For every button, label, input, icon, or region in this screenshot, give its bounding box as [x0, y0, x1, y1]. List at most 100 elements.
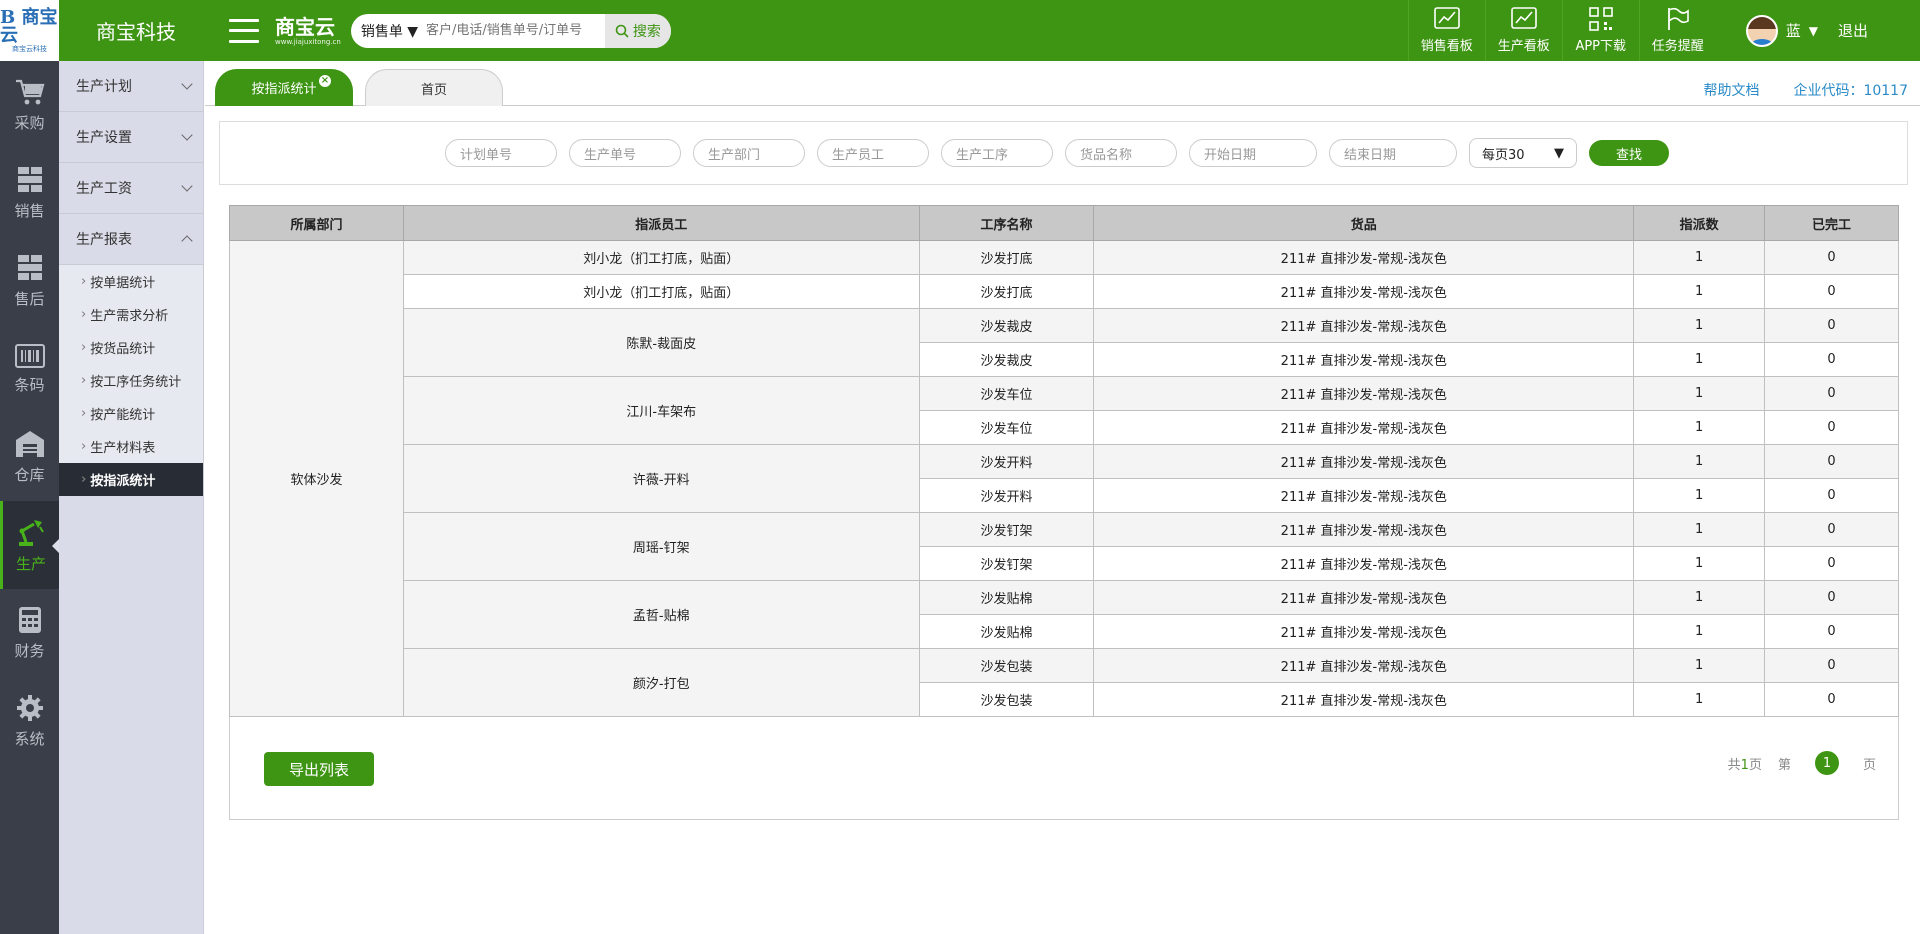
tab-label: 首页 — [420, 82, 447, 98]
sub-item-by-capacity[interactable]: 按产能统计 — [59, 397, 203, 430]
sub-item-materials[interactable]: 生产材料表 — [59, 430, 203, 463]
col-goods: 货品 — [1093, 205, 1635, 241]
sub-head-reports[interactable]: 生产报表 — [59, 214, 203, 265]
module-nav: 采购 销售 售后 条码 仓库 生产 财务 系统 — [0, 61, 59, 934]
sub-head-settings[interactable]: 生产设置 — [59, 112, 203, 163]
goods-cell: 211# 直排沙发-常规-浅灰色 — [1093, 444, 1635, 479]
process-cell: 沙发裁皮 — [918, 342, 1095, 377]
process-cell: 沙发贴棉 — [918, 614, 1095, 649]
done-cell: 0 — [1764, 376, 1899, 411]
table-row: 刘小龙（扪工打底，贴面） 沙发打底 211# 直排沙发-常规-浅灰色 1 0 — [230, 274, 1899, 309]
sub-head-wages[interactable]: 生产工资 — [59, 163, 203, 214]
total-count: 1 — [1740, 757, 1749, 773]
search-input[interactable] — [426, 23, 605, 38]
logo-text: B 商宝云 — [0, 6, 58, 46]
nav-warehouse[interactable]: 仓库 — [0, 413, 59, 501]
page-number-button[interactable]: 1 — [1814, 751, 1839, 775]
process-cell: 沙发包装 — [918, 648, 1095, 683]
sub-head-plan[interactable]: 生产计划 — [59, 61, 203, 112]
search-type-label: 销售单 — [360, 23, 403, 40]
goods-cell: 211# 直排沙发-常规-浅灰色 — [1093, 614, 1635, 649]
gear-icon — [16, 694, 43, 721]
nav-system-label: 系统 — [14, 729, 45, 748]
sub-item-by-document[interactable]: 按单据统计 — [59, 265, 203, 298]
find-button[interactable]: 查找 — [1589, 140, 1669, 166]
col-done: 已完工 — [1764, 205, 1899, 241]
assignment-table: 所属部门 指派员工 工序名称 货品 指派数 已完工 软体沙发 刘小龙（扪工打底，贴… — [229, 205, 1899, 717]
assigned-cell: 1 — [1633, 376, 1766, 411]
nav-aftersales[interactable]: 售后 — [0, 237, 59, 325]
goods-cell: 211# 直排沙发-常规-浅灰色 — [1093, 274, 1635, 309]
user-menu[interactable]: 蓝 ▼ 退出 — [1716, 0, 1920, 61]
sales-board-button[interactable]: 销售看板 — [1407, 0, 1485, 61]
done-cell: 0 — [1764, 546, 1899, 581]
help-docs-link[interactable]: 帮助文档 — [1703, 80, 1759, 100]
done-cell: 0 — [1764, 240, 1899, 275]
task-reminder-button[interactable]: 任务提醒 — [1638, 0, 1716, 61]
per-page-value: 每页30 — [1482, 147, 1525, 163]
menu-toggle-icon[interactable] — [229, 18, 259, 43]
tab-bar: 按指派统计 × 首页 帮助文档 企业代码：10117 — [205, 61, 1920, 106]
app-download-button[interactable]: APP下载 — [1561, 0, 1639, 61]
nav-warehouse-label: 仓库 — [14, 465, 45, 484]
start-date-input[interactable]: 开始日期 — [1189, 139, 1317, 167]
nav-finance[interactable]: 财务 — [0, 589, 59, 677]
top-tools: 销售看板 生产看板 APP下载 任务提醒 蓝 ▼ 退出 — [1407, 0, 1920, 61]
done-cell: 0 — [1764, 444, 1899, 479]
sub-item-by-process-task[interactable]: 按工序任务统计 — [59, 364, 203, 397]
logo[interactable]: B 商宝云 商宝云科技 — [0, 0, 59, 61]
employee-cell: 周瑶-钉架 — [402, 512, 920, 581]
employee-cell: 孟哲-贴棉 — [402, 580, 920, 649]
staff-input[interactable]: 生产员工 — [817, 139, 929, 167]
tab-by-assignment[interactable]: 按指派统计 × — [215, 69, 353, 106]
boxes-icon — [17, 166, 42, 192]
export-button[interactable]: 导出列表 — [264, 752, 374, 786]
page-suffix: 页 — [1862, 757, 1876, 773]
nav-system[interactable]: 系统 — [0, 677, 59, 765]
brand-name: 商宝云 — [275, 14, 335, 39]
process-cell: 沙发打底 — [918, 240, 1095, 275]
employee-cell: 许薇-开料 — [402, 444, 920, 513]
logout-link[interactable]: 退出 — [1838, 20, 1868, 41]
done-cell: 0 — [1764, 580, 1899, 615]
tab-home[interactable]: 首页 — [365, 69, 503, 106]
goods-cell: 211# 直排沙发-常规-浅灰色 — [1093, 376, 1635, 411]
nav-production[interactable]: 生产 — [0, 501, 59, 589]
qrcode-icon — [1588, 7, 1613, 31]
process-cell: 沙发包装 — [918, 682, 1095, 717]
goods-cell: 211# 直排沙发-常规-浅灰色 — [1093, 240, 1635, 275]
filter-bar: 计划单号 生产单号 生产部门 生产员工 生产工序 货品名称 开始日期 结束日期 … — [219, 121, 1908, 185]
chevron-down-icon: ▼ — [1808, 23, 1818, 38]
done-cell: 0 — [1764, 648, 1899, 683]
search-type-select[interactable]: 销售单 ▼ — [351, 21, 426, 41]
task-reminder-label: 任务提醒 — [1651, 39, 1704, 54]
assigned-cell: 1 — [1633, 580, 1766, 615]
search-button[interactable]: 搜索 — [604, 13, 671, 48]
assigned-cell: 1 — [1633, 682, 1766, 717]
assigned-cell: 1 — [1633, 648, 1766, 683]
plan-no-input[interactable]: 计划单号 — [445, 139, 557, 167]
company-name: 商宝科技 — [96, 20, 176, 44]
goods-cell: 211# 直排沙发-常规-浅灰色 — [1093, 546, 1635, 581]
nav-barcode[interactable]: 条码 — [0, 325, 59, 413]
goods-cell: 211# 直排沙发-常规-浅灰色 — [1093, 478, 1635, 513]
table-body: 软体沙发 刘小龙（扪工打底，贴面） 沙发打底 211# 直排沙发-常规-浅灰色 1 0 刘小… — [229, 240, 1899, 717]
prod-no-input[interactable]: 生产单号 — [569, 139, 681, 167]
production-board-button[interactable]: 生产看板 — [1484, 0, 1562, 61]
end-date-input[interactable]: 结束日期 — [1329, 139, 1457, 167]
nav-aftersales-label: 售后 — [14, 289, 45, 308]
close-icon[interactable]: × — [319, 75, 331, 87]
sub-item-demand-analysis[interactable]: 生产需求分析 — [59, 298, 203, 331]
dept-input[interactable]: 生产部门 — [693, 139, 805, 167]
sub-item-by-assignment[interactable]: 按指派统计 — [59, 463, 203, 496]
chart-trend-icon — [1510, 7, 1537, 29]
per-page-select[interactable]: 每页30 ▼ — [1469, 138, 1577, 168]
nav-purchase[interactable]: 采购 — [0, 61, 59, 149]
nav-sales[interactable]: 销售 — [0, 149, 59, 237]
process-input[interactable]: 生产工序 — [941, 139, 1053, 167]
done-cell: 0 — [1764, 308, 1899, 343]
goods-input[interactable]: 货品名称 — [1065, 139, 1177, 167]
logo-subtext: 商宝云科技 — [12, 44, 47, 53]
sub-item-by-goods[interactable]: 按货品统计 — [59, 331, 203, 364]
boxes-icon — [17, 254, 42, 280]
